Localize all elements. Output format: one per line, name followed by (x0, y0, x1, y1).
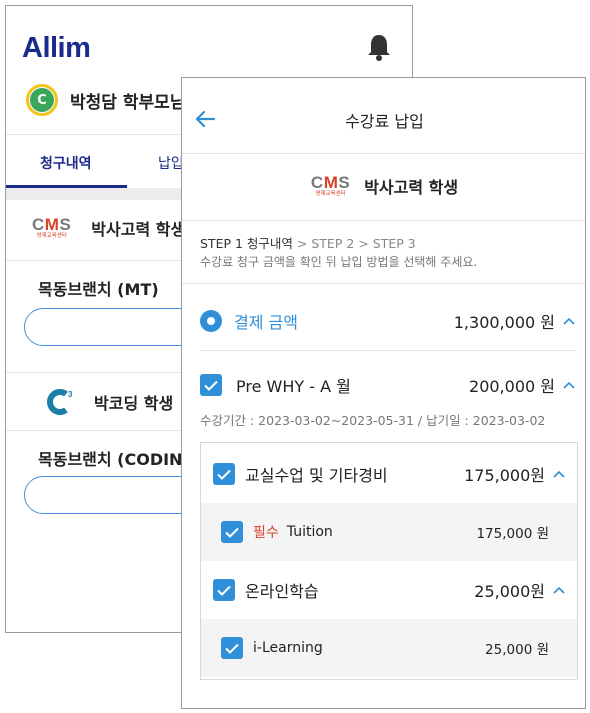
header: 수강료 납입 (182, 78, 585, 154)
coding-logo-icon: 3 (47, 389, 73, 415)
tab-payment[interactable]: 납입 (158, 153, 184, 173)
fee-group-name: 온라인학습 (245, 582, 319, 601)
step-1: STEP 1 청구내역 (200, 236, 293, 251)
step-2: STEP 2 (311, 236, 355, 251)
checkbox-checked-icon[interactable] (200, 374, 222, 396)
tab-billing[interactable]: 청구내역 (40, 153, 92, 173)
page-title: 수강료 납입 (345, 112, 424, 131)
payment-label: 결제 금액 (234, 313, 298, 332)
chevron-up-icon[interactable] (563, 381, 575, 389)
profile-name: 박청담 학부모님 (70, 92, 186, 113)
fee-group-name: 교실수업 및 기타경비 (245, 466, 388, 485)
course-amount: 200,000 원 (469, 377, 555, 396)
step-description: 수강료 청구 금액을 확인 뒤 납입 방법을 선택해 주세요. (200, 255, 478, 269)
course-period: 수강기간 : 2023-03-02~2023-05-31 / 납기일 : 202… (200, 413, 546, 428)
fee-group-amount: 175,000원 (464, 466, 545, 485)
app-logo: Allim (22, 32, 91, 64)
fee-group-row[interactable]: 교실수업 및 기타경비 175,000원 (201, 445, 577, 503)
checkbox-checked-icon[interactable] (221, 521, 243, 543)
radio-selected-icon[interactable] (200, 310, 222, 332)
svg-text:3: 3 (68, 390, 73, 399)
checkbox-checked-icon[interactable] (221, 637, 243, 659)
step-indicator: STEP 1 청구내역 > STEP 2 > STEP 3 (200, 236, 416, 251)
chevron-up-icon[interactable] (563, 317, 575, 325)
cms-logo: CMS 영재교육센터 (310, 172, 351, 197)
chevron-up-icon[interactable] (553, 586, 565, 594)
required-label: 필수 (253, 525, 279, 541)
fee-item-name: i-Learning (253, 640, 323, 656)
tuition-payment-screen: 수강료 납입 CMS 영재교육센터 박사고력 학생 STEP 1 청구내역 > … (181, 77, 586, 709)
fee-item-row[interactable]: i-Learning 25,000 원 (201, 619, 577, 677)
chevron-up-icon[interactable] (553, 470, 565, 478)
bell-icon[interactable] (366, 33, 392, 61)
academy-name: 박코딩 학생 (94, 394, 174, 413)
fee-item-amount: 175,000 원 (476, 526, 549, 542)
divider (200, 350, 575, 351)
student-name: 박사고력 학생 (364, 178, 459, 197)
fee-group-row[interactable]: 온라인학습 25,000원 (201, 561, 577, 619)
divider (182, 220, 585, 221)
avatar: C (26, 84, 58, 116)
fee-item-row[interactable]: 필수 Tuition 175,000 원 (201, 503, 577, 561)
student-header: CMS 영재교육센터 박사고력 학생 (182, 172, 585, 198)
payment-amount: 1,300,000 원 (453, 313, 555, 332)
branch-name: 목동브랜치 (MT) (38, 280, 159, 299)
cms-logo: CMS 영재교육센터 (32, 214, 72, 239)
course-row[interactable]: Pre WHY - A 월 200,000 원 (200, 370, 575, 400)
step-3: STEP 3 (372, 236, 416, 251)
branch-name: 목동브랜치 (CODING) (38, 450, 203, 469)
payment-total-row[interactable]: 결제 금액 1,300,000 원 (200, 306, 575, 336)
checkbox-checked-icon[interactable] (213, 463, 235, 485)
academy-name: 박사고력 학생 (91, 220, 186, 239)
profile[interactable]: C 박청담 학부모님 (26, 84, 185, 116)
avatar-letter: C (30, 88, 54, 112)
fee-breakdown: 교실수업 및 기타경비 175,000원 필수 Tuition 175,000 … (200, 442, 578, 680)
fee-group-amount: 25,000원 (474, 582, 545, 601)
fee-item-amount: 25,000 원 (485, 642, 549, 658)
fee-item-name: Tuition (286, 524, 333, 540)
divider (182, 283, 585, 284)
course-name: Pre WHY - A 월 (236, 377, 351, 396)
checkbox-checked-icon[interactable] (213, 579, 235, 601)
